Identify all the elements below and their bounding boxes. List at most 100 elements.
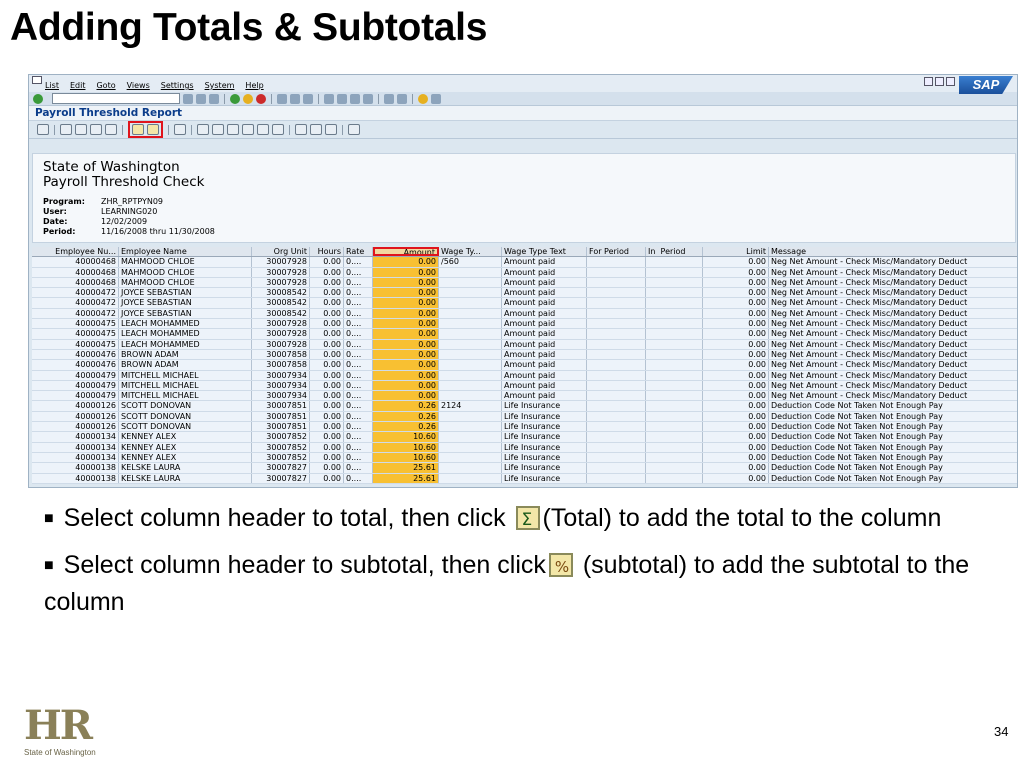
table-row[interactable]: 40000475 LEACH MOHAMMED 30007928 0.00 0.... 0… <box>32 329 1017 340</box>
table-row[interactable]: 40000468 MAHMOOD CHLOE 30007928 0.00 0.... 0.… <box>32 277 1017 289</box>
dropdown-icon[interactable] <box>183 93 193 104</box>
table-row[interactable]: 40000476 BROWN ADAM 30007858 0.00 0.... 0.00 A… <box>32 360 1017 371</box>
cell-hours: 0.00 <box>310 442 344 452</box>
cell-hours: 0.00 <box>310 401 344 411</box>
header-line-2: Payroll Threshold Check <box>43 174 205 190</box>
close-icon[interactable] <box>946 77 955 86</box>
cell-message: Neg Net Amount - Check Misc/Mandatory De… <box>771 370 968 380</box>
next-page-icon[interactable] <box>350 93 360 104</box>
table-row[interactable]: 40000475 LEACH MOHAMMED 30007928 0.00 0.... 0… <box>32 319 1017 330</box>
refresh-icon[interactable] <box>174 124 186 135</box>
cell-limit: 0.00 <box>703 329 769 339</box>
col-org-unit[interactable]: Org Unit <box>252 247 310 257</box>
cell-org-unit: 30007928 <box>252 339 310 349</box>
menu-list[interactable]: List <box>45 81 59 92</box>
cell-rate: 0.... <box>344 452 373 463</box>
back-arrow-icon[interactable] <box>196 93 206 104</box>
col-limit[interactable]: Limit <box>703 247 769 257</box>
exit-icon[interactable] <box>243 93 253 104</box>
table-row[interactable]: 40000472 JOYCE SEBASTIAN 30008542 0.00 0....… <box>32 288 1017 299</box>
col-hours[interactable]: Hours <box>310 247 344 257</box>
save-layout-icon[interactable] <box>325 124 337 135</box>
toolbar-separator <box>122 124 123 135</box>
table-row[interactable]: 40000479 MITCHELL MICHAEL 30007934 0.00 0...… <box>32 391 1017 402</box>
menu-system[interactable]: System <box>205 81 235 92</box>
meta-label: Period: <box>43 227 76 236</box>
save-icon[interactable] <box>209 93 219 104</box>
select-layout-icon[interactable] <box>310 124 322 135</box>
table-row[interactable]: 40000134 KENNEY ALEX 30007852 0.00 0.... 10.6… <box>32 432 1017 443</box>
bullet-mark: ■ <box>44 510 54 527</box>
table-row[interactable]: 40000479 MITCHELL MICHAEL 30007934 0.00 0...… <box>32 380 1017 392</box>
table-row[interactable]: 40000134 KENNEY ALEX 30007852 0.00 0.... 10.6… <box>32 452 1017 464</box>
table-row[interactable]: 40000134 KENNEY ALEX 30007852 0.00 0.... 10.6… <box>32 442 1017 453</box>
sort-descending-icon[interactable] <box>75 124 87 135</box>
menu-goto[interactable]: Goto <box>96 81 115 92</box>
col-employee-number[interactable]: Employee Nu... <box>32 247 119 257</box>
back-icon[interactable] <box>230 93 240 104</box>
cell-wage-type-text: Amount paid <box>502 329 587 339</box>
col-rate[interactable]: Rate <box>344 247 373 257</box>
subtotal-icon[interactable] <box>147 124 159 135</box>
command-field[interactable] <box>52 93 180 104</box>
menu-views[interactable]: Views <box>127 81 150 92</box>
sort-ascending-icon[interactable] <box>60 124 72 135</box>
table-row[interactable]: 40000472 JOYCE SEBASTIAN 30008542 0.00 0....… <box>32 308 1017 320</box>
enter-icon[interactable] <box>33 93 43 104</box>
col-in-period[interactable]: In Period <box>646 247 703 257</box>
table-row[interactable]: 40000476 BROWN ADAM 30007858 0.00 0.... 0.00 A… <box>32 349 1017 361</box>
table-row[interactable]: 40000472 JOYCE SEBASTIAN 30008542 0.00 0....… <box>32 298 1017 309</box>
table-row[interactable]: 40000468 MAHMOOD CHLOE 30007928 0.00 0.... 0.… <box>32 267 1017 278</box>
total-icon[interactable] <box>132 124 144 135</box>
menu-settings[interactable]: Settings <box>161 81 194 92</box>
col-message[interactable]: Message <box>769 247 1017 256</box>
print-preview-icon[interactable] <box>197 124 209 135</box>
maximize-icon[interactable] <box>935 77 944 86</box>
cell-org-unit: 30007851 <box>252 411 310 422</box>
change-layout-icon[interactable] <box>295 124 307 135</box>
help-icon[interactable] <box>418 93 428 104</box>
print-icon[interactable] <box>277 93 287 104</box>
table-row[interactable]: 40000475 LEACH MOHAMMED 30007928 0.00 0.... 0… <box>32 339 1017 350</box>
filter-icon[interactable] <box>90 124 102 135</box>
previous-page-icon[interactable] <box>337 93 347 104</box>
col-wage-type[interactable]: Wage Ty... <box>439 247 502 257</box>
abc-analysis-icon[interactable] <box>272 124 284 135</box>
col-wage-type-text[interactable]: Wage Type Text <box>502 247 587 257</box>
details-icon[interactable] <box>37 124 49 135</box>
minimize-icon[interactable] <box>924 77 933 86</box>
table-row[interactable]: 40000138 KELSKE LAURA 30007827 0.00 0.... 25.… <box>32 463 1017 474</box>
col-amount[interactable]: Amount <box>373 247 439 257</box>
excel-icon[interactable] <box>212 124 224 135</box>
new-session-icon[interactable] <box>384 93 394 104</box>
find-icon[interactable] <box>290 93 300 104</box>
cell-hours: 0.00 <box>310 411 344 422</box>
find-next-icon[interactable] <box>303 93 313 104</box>
col-for-period[interactable]: For Period <box>587 247 646 257</box>
layout-icon[interactable] <box>431 93 441 104</box>
word-icon[interactable] <box>227 124 239 135</box>
cell-amount: 10.60 <box>373 442 439 452</box>
mail-icon[interactable] <box>257 124 269 135</box>
last-page-icon[interactable] <box>363 93 373 104</box>
menu-edit[interactable]: Edit <box>70 81 86 92</box>
shortcut-icon[interactable] <box>397 93 407 104</box>
table-row[interactable]: 40000126 SCOTT DONOVAN 30007851 0.00 0.... 0.… <box>32 411 1017 423</box>
cell-limit: 0.00 <box>703 288 769 298</box>
menu-help[interactable]: Help <box>245 81 263 92</box>
first-page-icon[interactable] <box>324 93 334 104</box>
cell-rate: 0.... <box>344 288 373 298</box>
table-row[interactable]: 40000138 KELSKE LAURA 30007827 0.00 0.... 25.… <box>32 473 1017 484</box>
delete-filter-icon[interactable] <box>105 124 117 135</box>
col-employee-name[interactable]: Employee Name <box>119 247 252 257</box>
table-row[interactable]: 40000126 SCOTT DONOVAN 30007851 0.00 0.... 0.… <box>32 422 1017 433</box>
table-row[interactable]: 40000479 MITCHELL MICHAEL 30007934 0.00 0...… <box>32 370 1017 381</box>
info-icon[interactable] <box>348 124 360 135</box>
table-row[interactable]: 40000126 SCOTT DONOVAN 30007851 0.00 0.... 0.… <box>32 401 1017 412</box>
window-icon[interactable] <box>32 76 42 84</box>
cancel-icon[interactable] <box>256 93 266 104</box>
local-file-icon[interactable] <box>242 124 254 135</box>
table-row[interactable]: 40000468 MAHMOOD CHLOE 30007928 0.00 0.... 0.… <box>32 257 1017 268</box>
cell-limit: 0.00 <box>703 463 769 473</box>
cell-wage-type-text: Amount paid <box>502 370 587 380</box>
